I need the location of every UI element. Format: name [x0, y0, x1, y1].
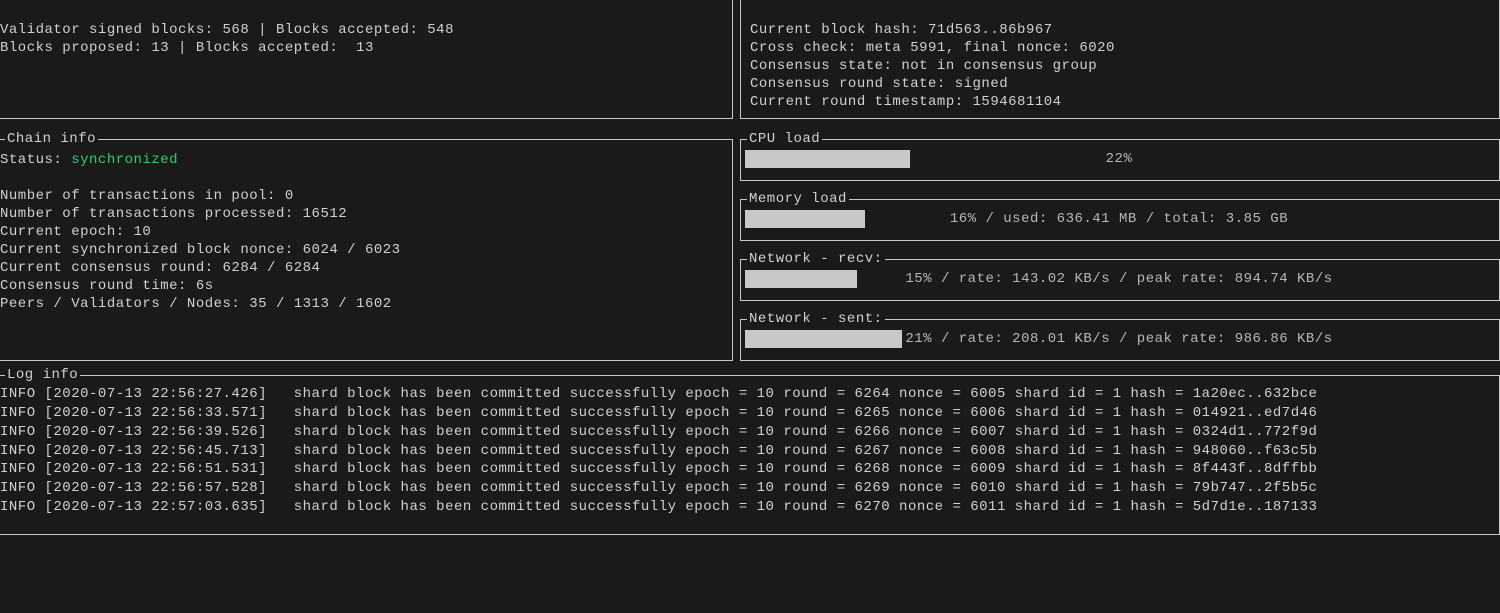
tx-processed: Number of transactions processed: 16512	[0, 205, 347, 224]
log-line: INFO [2020-07-13 22:56:45.713] shard blo…	[0, 442, 1317, 461]
memory-bar-text: 16% / used: 636.41 MB / total: 3.85 GB	[745, 210, 1493, 229]
status-line: Status: synchronized	[0, 151, 178, 170]
consensus-time: Consensus round time: 6s	[0, 277, 214, 296]
network-sent-bar-text: 21% / rate: 208.01 KB/s / peak rate: 986…	[745, 330, 1493, 349]
network-sent-bar: 21% / rate: 208.01 KB/s / peak rate: 986…	[745, 330, 1493, 348]
cpu-bar: 22%	[745, 150, 1493, 168]
peers-validators-nodes: Peers / Validators / Nodes: 35 / 1313 / …	[0, 295, 392, 314]
consensus-round-state: Consensus round state: signed	[750, 75, 1008, 94]
log-line: INFO [2020-07-13 22:56:39.526] shard blo…	[0, 423, 1317, 442]
log-line: INFO [2020-07-13 22:57:03.635] shard blo…	[0, 498, 1317, 517]
blocks-proposed-line: Blocks proposed: 13 | Blocks accepted: 1…	[0, 39, 374, 58]
memory-load-title: Memory load	[747, 190, 849, 209]
log-lines: INFO [2020-07-13 22:56:27.426] shard blo…	[0, 385, 1317, 517]
network-recv-bar-text: 15% / rate: 143.02 KB/s / peak rate: 894…	[745, 270, 1493, 289]
sync-nonce: Current synchronized block nonce: 6024 /…	[0, 241, 401, 260]
network-recv-panel: Network - recv: 15% / rate: 143.02 KB/s …	[740, 259, 1500, 301]
log-line: INFO [2020-07-13 22:56:57.528] shard blo…	[0, 479, 1317, 498]
consensus-state: Consensus state: not in consensus group	[750, 57, 1097, 76]
log-line: INFO [2020-07-13 22:56:51.531] shard blo…	[0, 460, 1317, 479]
log-line: INFO [2020-07-13 22:56:33.571] shard blo…	[0, 404, 1317, 423]
chain-info-title: Chain info	[5, 130, 98, 149]
current-round-timestamp: Current round timestamp: 1594681104	[750, 93, 1062, 112]
cpu-load-title: CPU load	[747, 130, 822, 149]
status-value: synchronized	[71, 152, 178, 168]
tx-pool: Number of transactions in pool: 0	[0, 187, 294, 206]
cross-check: Cross check: meta 5991, final nonce: 602…	[750, 39, 1115, 58]
network-recv-title: Network - recv:	[747, 250, 885, 269]
validator-signed-line: Validator signed blocks: 568 | Blocks ac…	[0, 21, 454, 40]
cpu-bar-text: 22%	[745, 150, 1493, 169]
cpu-load-panel: CPU load 22%	[740, 139, 1500, 181]
network-sent-panel: Network - sent: 21% / rate: 208.01 KB/s …	[740, 319, 1500, 361]
network-sent-title: Network - sent:	[747, 310, 885, 329]
validator-panel	[0, 0, 733, 119]
current-block-hash: Current block hash: 71d563..86b967	[750, 21, 1053, 40]
network-recv-bar: 15% / rate: 143.02 KB/s / peak rate: 894…	[745, 270, 1493, 288]
status-label: Status:	[0, 152, 71, 168]
log-info-title: Log info	[5, 366, 80, 385]
log-line: INFO [2020-07-13 22:56:27.426] shard blo…	[0, 385, 1317, 404]
memory-load-panel: Memory load 16% / used: 636.41 MB / tota…	[740, 199, 1500, 241]
consensus-round: Current consensus round: 6284 / 6284	[0, 259, 320, 278]
memory-bar: 16% / used: 636.41 MB / total: 3.85 GB	[745, 210, 1493, 228]
current-epoch: Current epoch: 10	[0, 223, 151, 242]
